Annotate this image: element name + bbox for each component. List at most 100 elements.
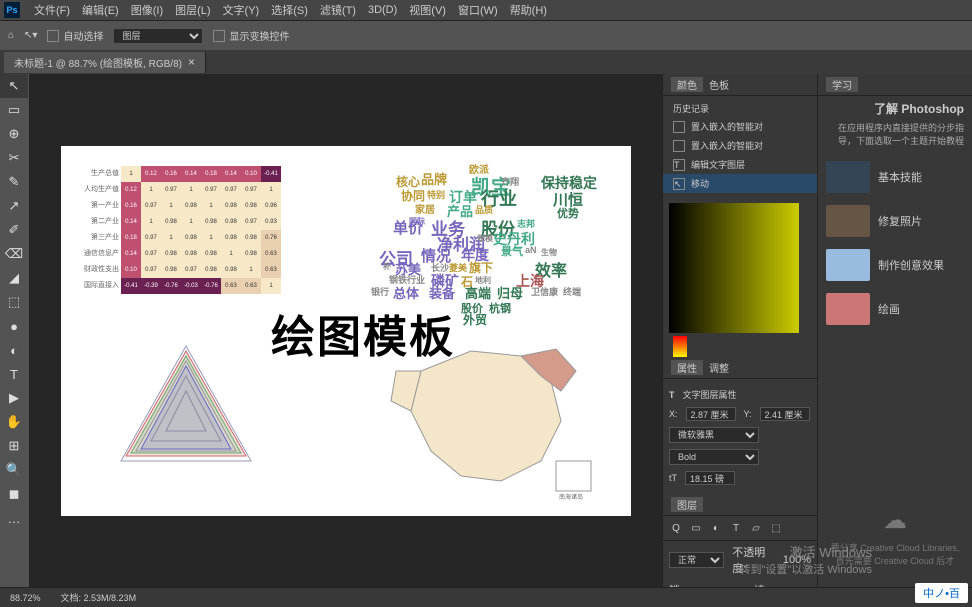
home-icon[interactable]: ⌂	[8, 30, 14, 41]
color-picker-panel	[663, 197, 817, 357]
type-icon: T	[673, 159, 685, 171]
brush-tool[interactable]: ✐	[0, 218, 28, 242]
history-panel: 历史记录 置入嵌入的智能对 置入嵌入的智能对 T编辑文字图层 ↖移动	[663, 96, 817, 197]
document-canvas[interactable]: 生产总值10.120.160.140.180.140.10-0.41人均生产值0…	[61, 146, 631, 516]
move-tool[interactable]: ↖	[0, 74, 28, 98]
menu-layer[interactable]: 图层(L)	[169, 2, 216, 18]
tab-title: 未标题-1 @ 88.7% (绘图模板, RGB/8)	[14, 55, 182, 70]
menu-view[interactable]: 视图(V)	[403, 2, 452, 18]
menu-image[interactable]: 图像(I)	[125, 2, 169, 18]
history-tab[interactable]: 历史记录	[663, 100, 817, 117]
learn-item-repair[interactable]: 修复照片	[818, 199, 972, 243]
props-type-label: 文字图层属性	[683, 388, 737, 401]
right-panels: 颜色 色板 历史记录 置入嵌入的智能对 置入嵌入的智能对 T编辑文字图层 ↖移动…	[662, 74, 972, 587]
more-tools[interactable]: …	[0, 506, 28, 530]
artboard-tool[interactable]: ⊞	[0, 434, 28, 458]
menu-window[interactable]: 窗口(W)	[452, 2, 504, 18]
x-input[interactable]	[686, 407, 736, 421]
show-transform-option[interactable]: 显示变换控件	[213, 28, 289, 43]
canvas-area[interactable]: 生产总值10.120.160.140.180.140.10-0.41人均生产值0…	[30, 74, 662, 587]
history-item[interactable]: 置入嵌入的智能对	[663, 117, 817, 136]
learn-subtitle: 在应用程序内直接提供的分步指导，下面选取一个主题开始教程	[818, 121, 972, 155]
menu-bar: Ps 文件(F) 编辑(E) 图像(I) 图层(L) 文字(Y) 选择(S) 滤…	[0, 0, 972, 20]
y-input[interactable]	[760, 407, 810, 421]
document-tab[interactable]: 未标题-1 @ 88.7% (绘图模板, RGB/8) ×	[4, 52, 206, 73]
font-family-select[interactable]: 微软雅黑	[669, 427, 759, 443]
tutorial-thumb	[826, 249, 870, 281]
filter-adj-icon[interactable]: ◐	[707, 520, 725, 536]
learn-item-basics[interactable]: 基本技能	[818, 155, 972, 199]
learn-title: 了解 Photoshop	[818, 96, 972, 121]
filter-text-icon[interactable]: T	[727, 520, 745, 536]
path-tool[interactable]: ▶	[0, 386, 28, 410]
layer-select[interactable]: 图层	[113, 28, 203, 44]
font-weight-select[interactable]: Bold	[669, 449, 759, 465]
menu-filter[interactable]: 滤镜(T)	[314, 2, 362, 18]
font-size-input[interactable]	[685, 471, 735, 485]
filter-type-icon[interactable]: ▭	[687, 520, 705, 536]
history-item[interactable]: 置入嵌入的智能对	[663, 136, 817, 155]
auto-select-option[interactable]: 自动选择	[47, 28, 103, 43]
history-item[interactable]: ↖移动	[663, 174, 817, 193]
learn-panel-header: 学习	[818, 74, 972, 96]
app-logo: Ps	[4, 2, 20, 18]
properties-panel: T 文字图层属性 X: Y: 微软雅黑 Bold tT	[663, 379, 817, 494]
tutorial-thumb	[826, 205, 870, 237]
pen-tool[interactable]: ◐	[0, 338, 28, 362]
menu-edit[interactable]: 编辑(E)	[76, 2, 125, 18]
properties-tab[interactable]: 属性	[671, 360, 703, 375]
menu-file[interactable]: 文件(F)	[28, 2, 76, 18]
dodge-tool[interactable]: ●	[0, 314, 28, 338]
blur-tool[interactable]: ⬚	[0, 290, 28, 314]
tutorial-thumb	[826, 293, 870, 325]
zoom-level[interactable]: 88.72%	[10, 593, 41, 603]
adjustments-tab[interactable]: 调整	[703, 360, 735, 375]
menu-select[interactable]: 选择(S)	[265, 2, 314, 18]
color-tab[interactable]: 颜色	[671, 77, 703, 92]
crop-tool[interactable]: ✂	[0, 146, 28, 170]
blend-mode-select[interactable]: 正常	[669, 552, 724, 568]
place-icon	[673, 121, 685, 133]
learn-item-creative[interactable]: 制作创意效果	[818, 243, 972, 287]
fill-label: 填充:	[754, 582, 775, 587]
gradient-tool[interactable]: ◢	[0, 266, 28, 290]
brand-watermark: 中ノ•百	[915, 583, 968, 603]
windows-watermark: 激活 Windows 转到"设置"以激活 Windows	[740, 542, 873, 577]
color-swatch-tool[interactable]: ◼	[0, 482, 28, 506]
learn-tab[interactable]: 学习	[826, 77, 858, 92]
menu-type[interactable]: 文字(Y)	[217, 2, 266, 18]
history-item[interactable]: T编辑文字图层	[663, 155, 817, 174]
close-icon[interactable]: ×	[188, 55, 195, 69]
filter-icon[interactable]: Q	[667, 520, 685, 536]
color-panel-header: 颜色 色板	[663, 74, 817, 96]
type-tool[interactable]: T	[0, 362, 28, 386]
overlay-title-text[interactable]: 绘图模板	[271, 301, 455, 365]
layers-tab[interactable]: 图层	[671, 497, 703, 512]
radar-chart	[101, 331, 271, 501]
main-area: ↖ ▭ ⊕ ✂ ✎ ↗ ✐ ⌫ ◢ ⬚ ● ◐ T ▶ ✋ ⊞ 🔍 ◼ … 生产…	[0, 74, 972, 587]
cloud-icon: ☁	[826, 506, 964, 535]
hand-tool[interactable]: ✋	[0, 410, 28, 434]
zoom-tool[interactable]: 🔍	[0, 458, 28, 482]
frame-tool[interactable]: ↗	[0, 194, 28, 218]
x-label: X:	[669, 409, 678, 419]
place-icon	[673, 140, 685, 152]
checkbox-icon[interactable]	[213, 30, 225, 42]
y-label: Y:	[744, 409, 752, 419]
lasso-tool[interactable]: ⊕	[0, 122, 28, 146]
eraser-tool[interactable]: ⌫	[0, 242, 28, 266]
learn-item-paint[interactable]: 绘画	[818, 287, 972, 331]
doc-size: 文档: 2.53M/8.23M	[61, 591, 137, 604]
checkbox-icon[interactable]	[47, 30, 59, 42]
marquee-tool[interactable]: ▭	[0, 98, 28, 122]
menu-3d[interactable]: 3D(D)	[362, 4, 403, 16]
heatmap-chart: 生产总值10.120.160.140.180.140.10-0.41人均生产值0…	[71, 166, 311, 306]
show-transform-label: 显示变换控件	[229, 28, 289, 43]
menu-help[interactable]: 帮助(H)	[504, 2, 553, 18]
swatches-tab[interactable]: 色板	[703, 77, 735, 92]
filter-shape-icon[interactable]: ▱	[747, 520, 765, 536]
filter-smart-icon[interactable]: ⬚	[767, 520, 785, 536]
map-legend: 南海诸岛	[559, 493, 583, 501]
eyedropper-tool[interactable]: ✎	[0, 170, 28, 194]
color-field[interactable]	[669, 203, 799, 333]
